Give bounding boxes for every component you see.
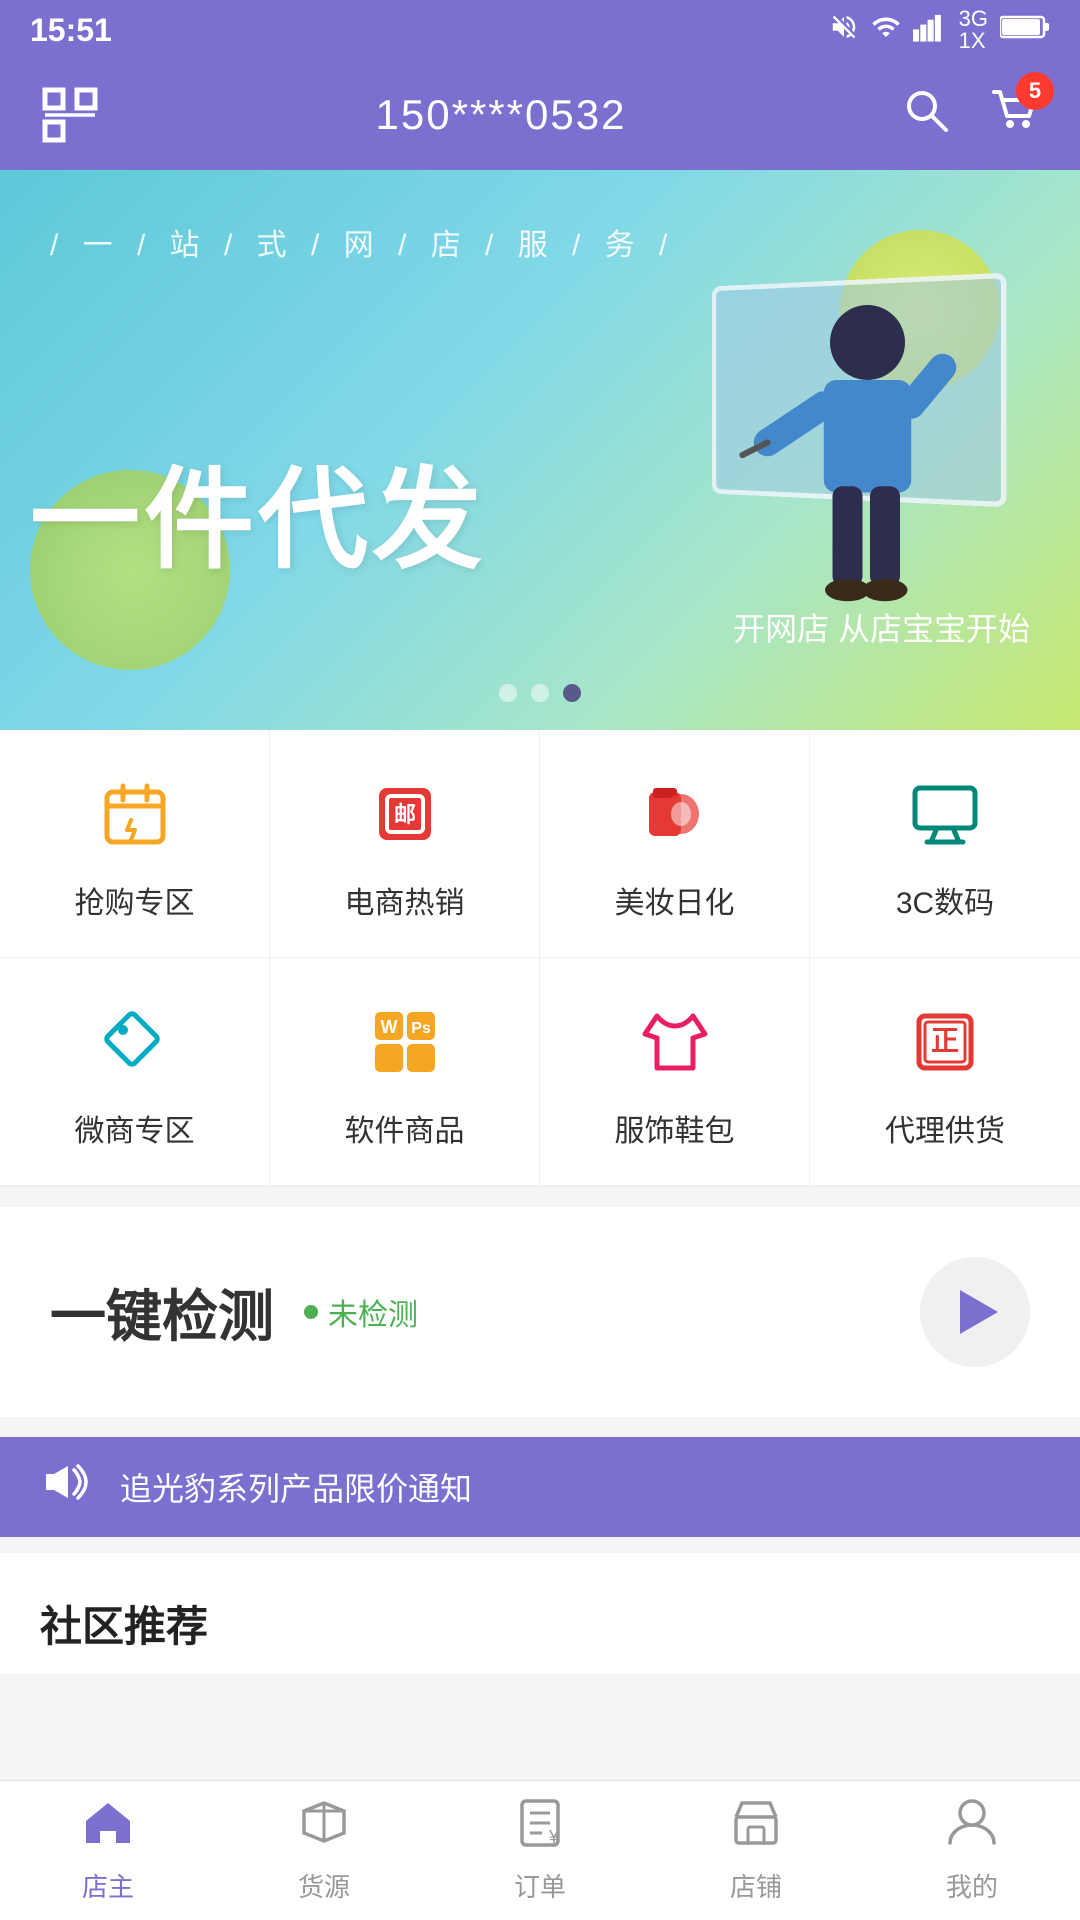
banner-dot-2[interactable] xyxy=(531,684,549,702)
search-icon[interactable] xyxy=(902,86,950,145)
monitor-icon xyxy=(909,778,981,850)
account-display: 150****0532 xyxy=(376,91,627,139)
beauty-icon-wrap xyxy=(631,770,719,858)
nav-orders-label: 订单 xyxy=(514,1867,566,1904)
bottom-nav: 店主 货源 ¥ 订单 xyxy=(0,1780,1080,1920)
agency-icon-wrap: 正 xyxy=(901,998,989,1086)
box-icon xyxy=(298,1797,350,1859)
nav-home-label: 店主 xyxy=(82,1867,134,1904)
nav-source[interactable]: 货源 xyxy=(278,1787,370,1914)
category-clothing[interactable]: 服饰鞋包 xyxy=(540,958,810,1186)
detection-play-button[interactable] xyxy=(920,1257,1030,1367)
header-left[interactable] xyxy=(40,85,100,145)
network-type-icon: 3G1X xyxy=(959,8,988,52)
detection-section: 一键检测 未检测 xyxy=(0,1207,1080,1417)
play-triangle-icon xyxy=(960,1290,998,1334)
notice-speaker-icon xyxy=(40,1460,90,1514)
nav-mine[interactable]: 我的 xyxy=(926,1787,1018,1914)
diamond-tag-icon xyxy=(99,1006,171,1078)
category-wechat[interactable]: 微商专区 xyxy=(0,958,270,1186)
category-wechat-label: 微商专区 xyxy=(75,1106,195,1150)
banner-dots xyxy=(499,684,581,702)
nav-home[interactable]: 店主 xyxy=(62,1787,154,1914)
nav-store-label: 店铺 xyxy=(730,1867,782,1904)
category-digital-label: 3C数码 xyxy=(896,878,994,922)
category-digital[interactable]: 3C数码 xyxy=(810,730,1080,958)
apps-icon: W Ps xyxy=(369,1006,441,1078)
battery-icon xyxy=(1000,14,1050,47)
status-icons: 3G1X xyxy=(829,8,1050,52)
category-software[interactable]: W Ps 软件商品 xyxy=(270,958,540,1186)
banner-main-text: 一件代发 xyxy=(30,430,486,590)
svg-text:¥: ¥ xyxy=(548,1827,560,1847)
ecommerce-hot-icon-wrap: 邮 xyxy=(361,770,449,858)
detection-left: 一键检测 未检测 xyxy=(50,1272,418,1353)
digital-icon-wrap xyxy=(901,770,989,858)
header: 150****0532 5 xyxy=(0,60,1080,170)
svg-text:邮: 邮 xyxy=(393,802,415,827)
detection-status: 未检测 xyxy=(304,1290,418,1334)
category-beauty[interactable]: 美妆日化 xyxy=(540,730,810,958)
category-grid: 抢购专区 邮 电商热销 美妆日化 xyxy=(0,730,1080,1187)
mute-icon xyxy=(829,12,859,49)
scan-icon[interactable] xyxy=(40,85,100,145)
category-ecommerce-hot-label: 电商热销 xyxy=(345,878,465,922)
orders-icon: ¥ xyxy=(514,1797,566,1859)
cart-badge: 5 xyxy=(1016,72,1054,110)
section-heading-text: 社区推荐 xyxy=(40,1603,208,1650)
cart-icon[interactable]: 5 xyxy=(990,86,1040,145)
certificate-icon: 正 xyxy=(909,1006,981,1078)
header-right: 5 xyxy=(902,86,1040,145)
section-heading: 社区推荐 xyxy=(0,1553,1080,1674)
svg-text:正: 正 xyxy=(931,1025,959,1056)
detection-status-text: 未检测 xyxy=(328,1290,418,1334)
flash-sale-icon-wrap xyxy=(91,770,179,858)
svg-text:W: W xyxy=(380,1017,397,1037)
calendar-icon xyxy=(99,778,171,850)
detection-status-dot xyxy=(304,1305,318,1319)
person-icon xyxy=(946,1797,998,1859)
category-flash-sale-label: 抢购专区 xyxy=(75,878,195,922)
category-flash-sale[interactable]: 抢购专区 xyxy=(0,730,270,958)
svg-text:Ps: Ps xyxy=(411,1020,431,1037)
category-agency[interactable]: 正 代理供货 xyxy=(810,958,1080,1186)
nav-store[interactable]: 店铺 xyxy=(710,1787,802,1914)
category-clothing-label: 服饰鞋包 xyxy=(615,1106,735,1150)
notice-text: 追光豹系列产品限价通知 xyxy=(120,1464,472,1510)
banner-sub-text: 开网店 从店宝宝开始 xyxy=(733,604,1030,650)
software-icon-wrap: W Ps xyxy=(361,998,449,1086)
category-beauty-label: 美妆日化 xyxy=(615,878,735,922)
category-agency-label: 代理供货 xyxy=(885,1106,1005,1150)
status-time: 15:51 xyxy=(30,12,112,49)
shirt-icon xyxy=(639,1006,711,1078)
wifi-icon xyxy=(871,12,901,49)
cosmetics-icon xyxy=(639,778,711,850)
banner: / 一 / 站 / 式 / 网 / 店 / 服 / 务 / 一件代发 开网店 从… xyxy=(0,170,1080,730)
signal-icon xyxy=(913,12,947,49)
nav-orders[interactable]: ¥ 订单 xyxy=(494,1787,586,1914)
category-ecommerce-hot[interactable]: 邮 电商热销 xyxy=(270,730,540,958)
clothing-icon-wrap xyxy=(631,998,719,1086)
category-software-label: 软件商品 xyxy=(345,1106,465,1150)
banner-subtitle: / 一 / 站 / 式 / 网 / 店 / 服 / 务 / xyxy=(50,220,675,264)
detection-title: 一键检测 xyxy=(50,1272,274,1353)
stamp-icon: 邮 xyxy=(369,778,441,850)
status-bar: 15:51 3G1X xyxy=(0,0,1080,60)
nav-source-label: 货源 xyxy=(298,1867,350,1904)
store-icon xyxy=(730,1797,782,1859)
wechat-icon-wrap xyxy=(91,998,179,1086)
notice-bar[interactable]: 追光豹系列产品限价通知 xyxy=(0,1437,1080,1537)
nav-mine-label: 我的 xyxy=(946,1867,998,1904)
banner-dot-1[interactable] xyxy=(499,684,517,702)
home-icon xyxy=(82,1797,134,1859)
banner-dot-3[interactable] xyxy=(563,684,581,702)
